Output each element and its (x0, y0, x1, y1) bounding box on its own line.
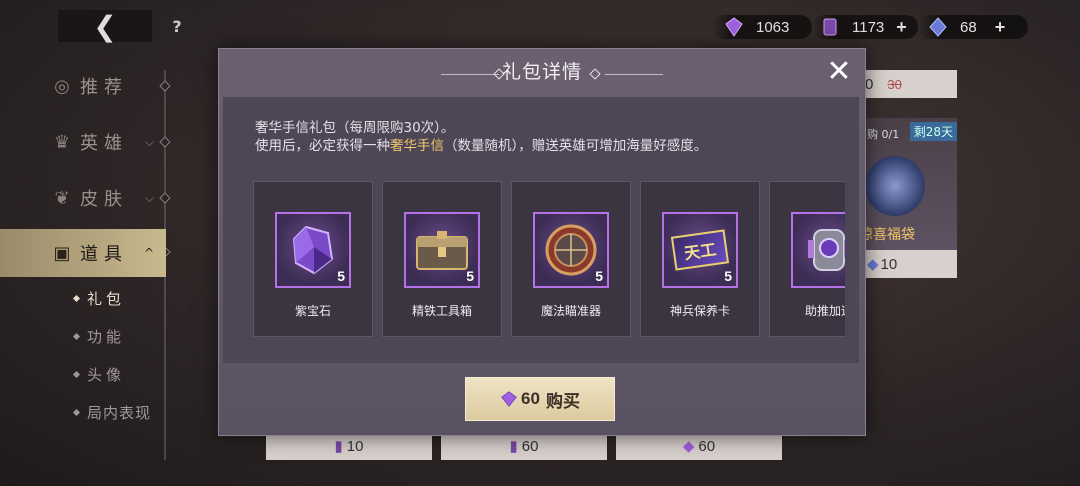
subitem-label: 头像 (87, 366, 126, 384)
shop-card-lucky-bag[interactable]: 购 0/1 剩28天 惊喜福袋 (855, 118, 957, 250)
gift-detail-modal: 礼包详情 ✕ 奢华手信礼包（每周限购30次）。 使用后，必定获得一种奢华手信（数… (218, 48, 866, 436)
item-quantity: 5 (337, 268, 345, 284)
currency-value: 68 (960, 18, 977, 36)
close-icon: ✕ (826, 54, 852, 89)
hero-icon: ♛ (53, 131, 71, 153)
price-value: 10 (346, 437, 364, 455)
booster-icon: 5 (791, 212, 845, 288)
buy-button[interactable]: 60 购买 (465, 377, 615, 421)
sidebar-subitem-avatar[interactable]: 头像 (72, 364, 126, 385)
purple-ticket-icon: ▮ (334, 438, 343, 455)
item-quantity: 5 (595, 268, 603, 284)
toolbox-icon: 5 (404, 212, 480, 288)
gift-item[interactable]: 5 紫宝石 (253, 181, 373, 337)
bullet-icon (72, 370, 81, 379)
gift-item[interactable]: 5 助推加速 (769, 181, 845, 337)
bullet-icon (72, 408, 81, 417)
purple-diamond-icon (501, 391, 517, 407)
sidebar-item-hero[interactable]: ♛ 英雄 ⌵ (50, 125, 166, 159)
sidebar-subitem-gift[interactable]: 礼包 (72, 288, 126, 309)
item-icon: ▣ (53, 242, 71, 264)
recommend-icon: ◎ (54, 75, 70, 97)
sidebar-subitem-ingame[interactable]: 局内表现 (72, 402, 152, 423)
sidebar-item-label: 皮肤 (80, 189, 128, 210)
purple-ticket-icon: ▮ (509, 438, 518, 455)
modal-content: 奢华手信礼包（每周限购30次）。 使用后，必定获得一种奢华手信（数量随机），赠送… (223, 97, 859, 363)
card-label: 天工 (670, 229, 730, 271)
back-button[interactable]: ❮ (58, 9, 152, 43)
gift-description: 奢华手信礼包（每周限购30次）。 使用后，必定获得一种奢华手信（数量随机），赠送… (255, 119, 707, 155)
desc-line-1: 奢华手信礼包（每周限购30次）。 (255, 120, 455, 136)
buy-label: 购买 (545, 391, 580, 411)
desc-text: 使用后，必定获得一种 (255, 138, 390, 154)
sidebar-item-label: 推荐 (80, 77, 128, 98)
bullet-icon (72, 294, 81, 303)
currency-diamond: 1063 (712, 15, 812, 39)
shop-card-price[interactable]: ▮ 60 (441, 432, 607, 460)
title-decoration (605, 74, 663, 75)
item-name: 魔法瞄准器 (540, 304, 601, 318)
sidebar-item-label: 英雄 (80, 133, 128, 154)
old-price: 30 (887, 76, 902, 92)
sidebar-subitem-function[interactable]: 功能 (72, 326, 126, 347)
scope-icon: 5 (533, 212, 609, 288)
purple-gem-icon: 5 (275, 212, 351, 288)
subitem-label: 局内表现 (87, 404, 152, 422)
lucky-bag-icon (865, 156, 925, 216)
shop-card-price[interactable]: ◆ 10 (855, 250, 957, 278)
blue-diamond-icon: ◆ (867, 256, 879, 273)
modal-title: 礼包详情 (501, 61, 582, 83)
bullet-icon (72, 332, 81, 341)
sidebar-item-skin[interactable]: ❦ 皮肤 ⌵ (50, 181, 166, 215)
card-icon: 天工 5 (662, 212, 738, 288)
shop-card-price[interactable]: ◆ 60 (616, 432, 782, 460)
currency-value: 1173 (852, 18, 885, 36)
blue-diamond-icon (929, 17, 947, 37)
gift-items-list[interactable]: 5 紫宝石 5 精铁工具箱 5 魔法瞄准器 天工 5 神兵保养卡 助推加 (253, 181, 845, 337)
subitem-label: 礼包 (87, 290, 126, 308)
shop-card-price[interactable]: 0 30 (855, 70, 957, 98)
chevron-down-icon: ⌵ (144, 190, 154, 205)
price-value: 0 (865, 75, 874, 93)
price-value: 60 (521, 437, 539, 455)
price-value: 10 (880, 255, 898, 273)
chevron-down-icon: ⌵ (144, 134, 154, 149)
add-blue-diamond-button[interactable]: + (995, 17, 1006, 38)
add-ticket-button[interactable]: + (896, 17, 907, 38)
item-name: 助推加速 (804, 304, 845, 318)
sidebar-item-recommend[interactable]: ◎ 推荐 (50, 69, 166, 103)
sidebar-item-label: 道具 (80, 244, 128, 265)
item-quantity: 5 (724, 268, 732, 284)
item-quantity: 5 (466, 268, 474, 284)
days-badge: 剩28天 (909, 122, 957, 141)
subitem-label: 功能 (87, 328, 126, 346)
purple-diamond-icon: ◆ (682, 438, 695, 455)
limit-text: 购 0/1 (867, 128, 900, 141)
purple-ticket-icon (823, 18, 837, 36)
chevron-up-icon: ^ (143, 246, 154, 260)
card-name: 惊喜福袋 (859, 227, 915, 243)
currency-ticket: 1173 + (812, 15, 918, 39)
close-button[interactable]: ✕ (825, 57, 853, 87)
price-value: 60 (698, 437, 716, 455)
shop-card-price[interactable]: ▮ 10 (266, 432, 432, 460)
sidebar-item-items[interactable]: ▣ 道具 ^ (0, 229, 166, 277)
currency-value: 1063 (756, 18, 790, 36)
item-name: 神兵保养卡 (669, 304, 730, 318)
item-name: 精铁工具箱 (411, 304, 472, 318)
desc-highlight: 奢华手信 (390, 138, 444, 154)
gift-item[interactable]: 5 魔法瞄准器 (511, 181, 631, 337)
desc-line-2: 使用后，必定获得一种奢华手信（数量随机），赠送英雄可增加海量好感度。 (255, 137, 707, 155)
gift-item[interactable]: 5 精铁工具箱 (382, 181, 502, 337)
gift-item[interactable]: 天工 5 神兵保养卡 (640, 181, 760, 337)
purple-diamond-icon (725, 17, 743, 37)
buy-price: 60 (521, 389, 540, 408)
item-name: 紫宝石 (294, 304, 331, 318)
help-button[interactable]: ? (165, 14, 189, 38)
chevron-left-icon: ❮ (93, 9, 117, 43)
desc-text: （数量随机），赠送英雄可增加海量好感度。 (444, 138, 708, 154)
skin-icon: ❦ (54, 187, 70, 209)
currency-blue-diamond: 68 + (918, 15, 1028, 39)
